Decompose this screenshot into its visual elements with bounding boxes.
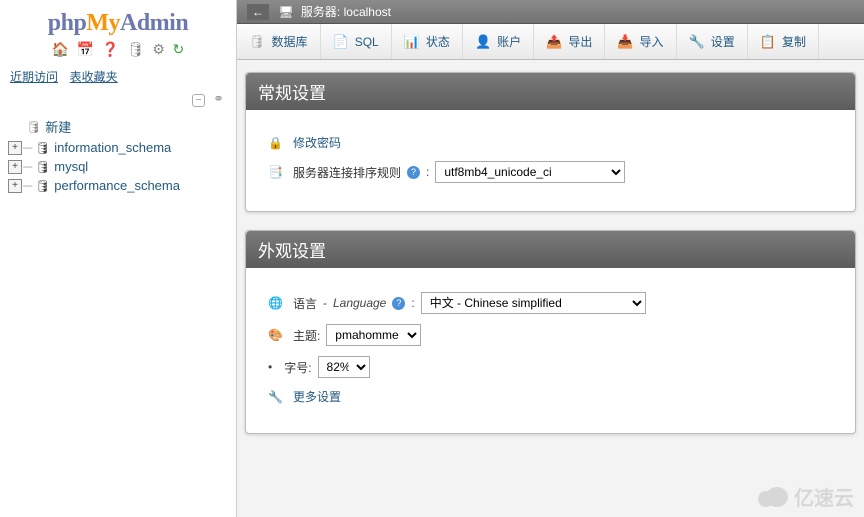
replication-icon: 📋	[760, 34, 776, 50]
link-icon[interactable]: ⚭	[213, 91, 224, 106]
row-change-password: 🔒 修改密码	[268, 134, 833, 151]
row-language: 🌐 语言 - Language ?: 中文 - Chinese simplifi…	[268, 292, 833, 314]
collation-label: 服务器连接排序规则	[293, 164, 401, 181]
tree-db-label: information_schema	[54, 140, 171, 155]
row-fontsize: • 字号: 82%	[268, 356, 833, 378]
tab-settings[interactable]: 🔧设置	[677, 24, 748, 59]
collapse-icon[interactable]: −	[192, 94, 206, 107]
panel-general: 常规设置 🔒 修改密码 📑 服务器连接排序规则 ?: utf8mb4_unico…	[245, 72, 856, 212]
tab-favorites[interactable]: 表收藏夹	[70, 70, 118, 84]
status-icon: 📊	[404, 34, 420, 50]
breadcrumb: ← 🖥 服务器: localhost	[237, 0, 864, 24]
tree-db-item[interactable]: + ─ 🛢 mysql	[8, 157, 228, 176]
row-theme: 🎨 主题: pmahomme	[268, 324, 833, 346]
language-icon: 🌐	[268, 296, 283, 310]
tab-databases[interactable]: 🛢数据库	[237, 24, 321, 59]
top-tabs: 🛢数据库 📄SQL 📊状态 👤账户 📤导出 📥导入 🔧设置 📋复制	[237, 24, 864, 60]
logout-icon[interactable]: 📅	[77, 41, 94, 57]
wrench-icon: 🔧	[268, 390, 283, 404]
breadcrumb-back-icon[interactable]: ←	[247, 4, 269, 20]
sidebar-tabs: 近期访问 表收藏夹	[0, 64, 236, 89]
row-more-settings: 🔧 更多设置	[268, 388, 833, 405]
language-select[interactable]: 中文 - Chinese simplified	[421, 292, 646, 314]
tree-expand-icon[interactable]: +	[8, 179, 22, 193]
tree-expand-icon[interactable]: +	[8, 141, 22, 155]
help-icon[interactable]: ?	[392, 297, 405, 310]
collation-select[interactable]: utf8mb4_unicode_ci	[435, 161, 625, 183]
tree-new-label: 新建	[45, 117, 71, 136]
tree-expand-icon[interactable]: +	[8, 160, 22, 174]
panel-appearance: 外观设置 🌐 语言 - Language ?: 中文 - Chinese sim…	[245, 230, 856, 434]
lock-icon: 🔒	[268, 136, 283, 150]
sql-icon[interactable]: 🛢	[127, 41, 145, 57]
more-settings-link[interactable]: 更多设置	[293, 388, 341, 405]
content: 常规设置 🔒 修改密码 📑 服务器连接排序规则 ?: utf8mb4_unico…	[237, 60, 864, 464]
database-icon: 🛢	[35, 160, 50, 174]
database-icon: 🛢	[35, 141, 50, 155]
tree-db-item[interactable]: + ─ 🛢 information_schema	[8, 138, 228, 157]
cloud-icon	[756, 486, 790, 508]
breadcrumb-server-label: 服务器:	[301, 5, 340, 19]
logo-part-php: php	[48, 10, 87, 36]
collation-icon: 📑	[268, 165, 283, 179]
home-icon[interactable]: 🏠	[52, 41, 69, 57]
reload-icon[interactable]: ↻	[173, 41, 185, 57]
theme-icon: 🎨	[268, 328, 283, 342]
panel-general-title: 常规设置	[246, 73, 855, 110]
tab-import[interactable]: 📥导入	[605, 24, 676, 59]
tab-replication[interactable]: 📋复制	[748, 24, 819, 59]
theme-select[interactable]: pmahomme	[326, 324, 421, 346]
logo-part-admin: Admin	[120, 10, 188, 36]
language-label-cn: 语言	[293, 295, 317, 312]
database-icon: 🛢	[35, 179, 50, 193]
sidebar-collapse: − ⚭	[0, 89, 236, 109]
watermark-text: 亿速云	[794, 482, 854, 511]
tab-accounts[interactable]: 👤账户	[463, 24, 534, 59]
server-icon: 🖥	[278, 5, 293, 19]
tree-db-label: mysql	[54, 159, 88, 174]
tab-export[interactable]: 📤导出	[534, 24, 605, 59]
db-tree: 🛢 新建 + ─ 🛢 information_schema + ─ 🛢 mysq…	[0, 109, 236, 201]
settings-icon: 🔧	[689, 34, 705, 50]
tab-sql[interactable]: 📄SQL	[321, 24, 392, 59]
tree-db-item[interactable]: + ─ 🛢 performance_schema	[8, 176, 228, 195]
db-icon: 🛢	[249, 34, 266, 50]
accounts-icon: 👤	[475, 34, 491, 50]
docs-icon[interactable]: ❓	[102, 41, 119, 57]
panel-appearance-title: 外观设置	[246, 231, 855, 268]
fontsize-label: 字号:	[284, 359, 311, 376]
tree-db-label: performance_schema	[54, 178, 180, 193]
logo-part-my: My	[86, 10, 120, 36]
tab-recent[interactable]: 近期访问	[10, 70, 58, 84]
help-icon[interactable]: ?	[407, 166, 420, 179]
bullet-icon: •	[268, 360, 272, 374]
tab-status[interactable]: 📊状态	[392, 24, 463, 59]
sidebar: phpMyAdmin 🏠 📅 ❓ 🛢 ⚙ ↻ 近期访问 表收藏夹 − ⚭ 🛢 新…	[0, 0, 237, 517]
logo-toolbar: 🏠 📅 ❓ 🛢 ⚙ ↻	[0, 41, 236, 64]
sql-tab-icon: 📄	[333, 34, 349, 50]
settings-gear-icon[interactable]: ⚙	[152, 41, 165, 57]
import-icon: 📥	[617, 34, 633, 50]
tree-new[interactable]: 🛢 新建	[8, 115, 228, 138]
new-db-icon: 🛢	[26, 120, 41, 134]
theme-label: 主题:	[293, 327, 320, 344]
change-password-link[interactable]: 修改密码	[293, 134, 341, 151]
row-collation: 📑 服务器连接排序规则 ?: utf8mb4_unicode_ci	[268, 161, 833, 183]
main-area: ← 🖥 服务器: localhost 🛢数据库 📄SQL 📊状态 👤账户 📤导出…	[237, 0, 864, 517]
logo: phpMyAdmin	[0, 0, 236, 41]
fontsize-select[interactable]: 82%	[318, 356, 370, 378]
language-label-en: Language	[333, 296, 386, 310]
export-icon: 📤	[546, 34, 562, 50]
watermark: 亿速云	[756, 482, 854, 511]
breadcrumb-server-value: localhost	[344, 5, 391, 19]
